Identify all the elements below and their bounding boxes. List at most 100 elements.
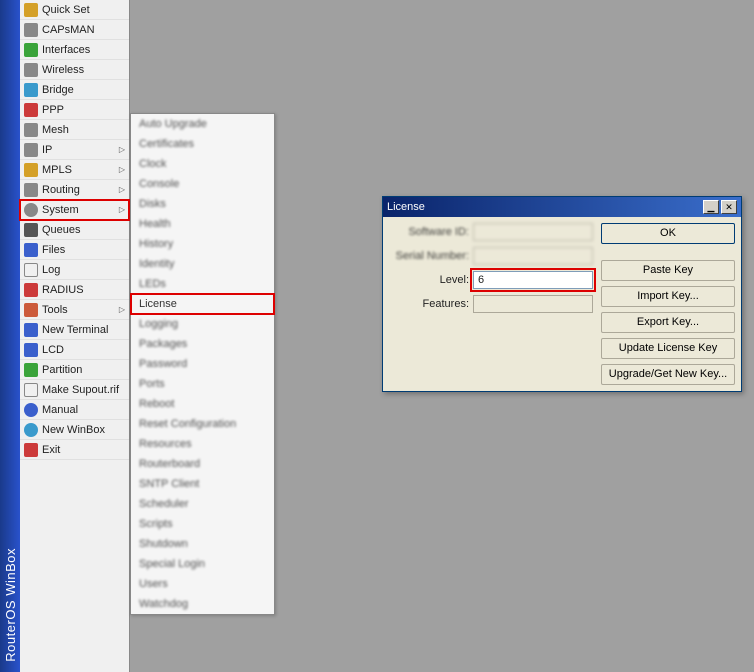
submenu-item-watchdog[interactable]: Watchdog — [131, 594, 274, 614]
submenu-item-scripts[interactable]: Scripts — [131, 514, 274, 534]
menu-item-radius[interactable]: RADIUS — [20, 280, 129, 300]
menu-item-new-winbox[interactable]: New WinBox — [20, 420, 129, 440]
label-software-id: Software ID: — [389, 223, 469, 241]
submenu-item-ports[interactable]: Ports — [131, 374, 274, 394]
submenu-item-users[interactable]: Users — [131, 574, 274, 594]
menu-label: IP — [42, 144, 117, 156]
menu-label: MPLS — [42, 164, 117, 176]
field-serial-number — [473, 247, 593, 265]
submenu-item-resources[interactable]: Resources — [131, 434, 274, 454]
manual-icon — [24, 403, 38, 417]
menu-label: PPP — [42, 104, 125, 116]
menu-item-lcd[interactable]: LCD — [20, 340, 129, 360]
menu-item-exit[interactable]: Exit — [20, 440, 129, 460]
menu-item-new-terminal[interactable]: New Terminal — [20, 320, 129, 340]
menu-label: Exit — [42, 444, 125, 456]
submenu-item-disks[interactable]: Disks — [131, 194, 274, 214]
ip-icon — [24, 143, 38, 157]
submenu-item-clock[interactable]: Clock — [131, 154, 274, 174]
submenu-item-scheduler[interactable]: Scheduler — [131, 494, 274, 514]
submenu-item-health[interactable]: Health — [131, 214, 274, 234]
submenu-item-special-login[interactable]: Special Login — [131, 554, 274, 574]
new-terminal-icon — [24, 323, 38, 337]
menu-label: Partition — [42, 364, 125, 376]
submenu-item-certificates[interactable]: Certificates — [131, 134, 274, 154]
interfaces-icon — [24, 43, 38, 57]
submenu-item-auto-upgrade[interactable]: Auto Upgrade — [131, 114, 274, 134]
submenu-item-console[interactable]: Console — [131, 174, 274, 194]
export-key-button[interactable]: Export Key... — [601, 312, 735, 333]
menu-item-files[interactable]: Files — [20, 240, 129, 260]
menu-item-partition[interactable]: Partition — [20, 360, 129, 380]
submenu-label: Users — [139, 578, 168, 590]
update-license-button[interactable]: Update License Key — [601, 338, 735, 359]
routing-icon — [24, 183, 38, 197]
submenu-item-reset-configuration[interactable]: Reset Configuration — [131, 414, 274, 434]
ppp-icon — [24, 103, 38, 117]
menu-item-capsman[interactable]: CAPsMAN — [20, 20, 129, 40]
submenu-item-sntp-client[interactable]: SNTP Client — [131, 474, 274, 494]
paste-key-button[interactable]: Paste Key — [601, 260, 735, 281]
bridge-icon — [24, 83, 38, 97]
menu-label: Wireless — [42, 64, 125, 76]
menu-item-tools[interactable]: Tools▷ — [20, 300, 129, 320]
menu-item-quick-set[interactable]: Quick Set — [20, 0, 129, 20]
close-icon[interactable]: ✕ — [721, 200, 737, 214]
menu-item-manual[interactable]: Manual — [20, 400, 129, 420]
menu-label: Make Supout.rif — [42, 384, 125, 396]
submenu-item-logging[interactable]: Logging — [131, 314, 274, 334]
menu-item-system[interactable]: System▷ — [20, 200, 129, 220]
menu-item-ppp[interactable]: PPP — [20, 100, 129, 120]
menu-item-make-supout-rif[interactable]: Make Supout.rif — [20, 380, 129, 400]
menu-item-mpls[interactable]: MPLS▷ — [20, 160, 129, 180]
submenu-label: Password — [139, 358, 187, 370]
submenu-label: Console — [139, 178, 179, 190]
menu-label: RADIUS — [42, 284, 125, 296]
ok-button[interactable]: OK — [601, 223, 735, 244]
menu-label: Log — [42, 264, 125, 276]
menu-item-queues[interactable]: Queues — [20, 220, 129, 240]
submenu-label: Special Login — [139, 558, 205, 570]
minimize-icon[interactable]: ▁ — [703, 200, 719, 214]
menu-label: Files — [42, 244, 125, 256]
submenu-item-password[interactable]: Password — [131, 354, 274, 374]
submenu-label: Ports — [139, 378, 165, 390]
dialog-buttons: OK Paste Key Import Key... Export Key...… — [601, 223, 735, 385]
submenu-item-routerboard[interactable]: Routerboard — [131, 454, 274, 474]
submenu-item-leds[interactable]: LEDs — [131, 274, 274, 294]
menu-label: Routing — [42, 184, 117, 196]
radius-icon — [24, 283, 38, 297]
submenu-item-history[interactable]: History — [131, 234, 274, 254]
menu-label: LCD — [42, 344, 125, 356]
import-key-button[interactable]: Import Key... — [601, 286, 735, 307]
menu-item-bridge[interactable]: Bridge — [20, 80, 129, 100]
menu-item-mesh[interactable]: Mesh — [20, 120, 129, 140]
chevron-right-icon: ▷ — [119, 145, 125, 154]
submenu-label: Reset Configuration — [139, 418, 236, 430]
submenu-item-license[interactable]: License — [131, 294, 274, 314]
log-icon — [24, 263, 38, 277]
submenu-item-shutdown[interactable]: Shutdown — [131, 534, 274, 554]
tools-icon — [24, 303, 38, 317]
menu-item-routing[interactable]: Routing▷ — [20, 180, 129, 200]
menu-item-log[interactable]: Log — [20, 260, 129, 280]
submenu-item-packages[interactable]: Packages — [131, 334, 274, 354]
submenu-item-identity[interactable]: Identity — [131, 254, 274, 274]
upgrade-key-button[interactable]: Upgrade/Get New Key... — [601, 364, 735, 385]
menu-label: System — [42, 204, 117, 216]
submenu-label: Reboot — [139, 398, 174, 410]
main-menu: Quick SetCAPsMANInterfaces Wireless Bridge… — [20, 0, 130, 672]
menu-item-ip[interactable]: IP▷ — [20, 140, 129, 160]
partition-icon — [24, 363, 38, 377]
dialog-titlebar[interactable]: License ▁ ✕ — [383, 197, 741, 217]
submenu-label: Watchdog — [139, 598, 188, 610]
make-supout-rif-icon — [24, 383, 38, 397]
app-title: RouterOS WinBox — [3, 548, 18, 662]
menu-item-wireless[interactable]: Wireless — [20, 60, 129, 80]
dialog-fields: Software ID: Serial Number: Level: 6 Fea… — [389, 223, 593, 385]
menu-label: New WinBox — [42, 424, 125, 436]
menu-label: Tools — [42, 304, 117, 316]
submenu-item-reboot[interactable]: Reboot — [131, 394, 274, 414]
menu-item-interfaces[interactable]: Interfaces — [20, 40, 129, 60]
submenu-label: Health — [139, 218, 171, 230]
